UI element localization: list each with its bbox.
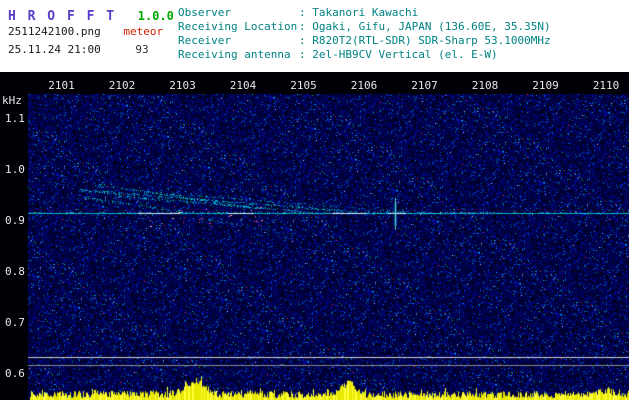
frequency-tick-label: 0.8	[5, 265, 25, 278]
info-row: Receiving antenna : 2el-HB9CV Vertical (e…	[178, 48, 551, 62]
time-tick-label: 2105	[290, 79, 317, 92]
info-label: Receiver	[178, 34, 231, 47]
spectrogram-canvas	[0, 72, 629, 400]
time-tick-label: 2110	[592, 79, 620, 92]
info-row: Receiving Location: Ogaki, Gifu, JAPAN (…	[178, 20, 551, 34]
time-tick-label: 2108	[471, 79, 499, 92]
time-tick-label: 2106	[350, 79, 378, 92]
info-value: : R820T2(RTL-SDR) SDR-Sharp 53.1000MHz	[299, 34, 551, 47]
header: H R O F F T 1.0.0 2511242100.png meteor …	[0, 0, 629, 72]
output-filename: 2511242100.png	[8, 25, 101, 38]
time-tick-label: 2102	[108, 79, 136, 92]
info-value: : Ogaki, Gifu, JAPAN (136.60E, 35.35N)	[299, 20, 551, 33]
observation-datetime: 25.11.24 21:00	[8, 43, 101, 56]
frequency-tick-label: 1.0	[5, 163, 25, 176]
info-value: : 2el-HB9CV Vertical (el. E-W)	[299, 48, 498, 61]
info-row: Observer : Takanori Kawachi	[178, 6, 551, 20]
frequency-tick-label: 1.1	[5, 112, 25, 125]
file-line: 2511242100.png meteor	[8, 25, 163, 38]
observer-info: Observer : Takanori Kawachi Receiving Loca…	[178, 6, 551, 62]
info-row: Receiver : R820T2(RTL-SDR) SDR-Sharp 53.1…	[178, 34, 551, 48]
frequency-tick-label: 0.6	[5, 367, 25, 380]
frequency-unit-label: kHz	[2, 94, 22, 107]
hrofft-output-window: H R O F F T 1.0.0 2511242100.png meteor …	[0, 0, 629, 400]
info-label: Observer	[178, 6, 231, 19]
app-title-line: H R O F F T 1.0.0	[8, 5, 174, 24]
spectrogram-panel: 2101 2102 2103 2104 2105 2106 2107 2108 2109 2110…	[0, 72, 629, 400]
time-tick-label: 2101	[48, 79, 75, 92]
time-tick-label: 2107	[411, 79, 438, 92]
time-tick-label: 2109	[532, 79, 559, 92]
date-line: 25.11.24 21:00 93	[8, 43, 149, 56]
info-label: Receiving antenna	[178, 48, 291, 61]
app-title: H R O F F T	[8, 9, 117, 24]
mode-label: meteor	[123, 25, 164, 38]
echo-count: 93	[135, 43, 149, 56]
info-value: : Takanori Kawachi	[299, 6, 419, 19]
time-tick-label: 2103	[169, 79, 196, 92]
time-tick-label: 2104	[229, 79, 257, 92]
frequency-tick-label: 0.9	[5, 214, 25, 227]
app-version: 1.0.0	[137, 9, 174, 23]
info-label: Receiving Location	[178, 20, 298, 33]
frequency-tick-label: 0.7	[5, 316, 25, 329]
